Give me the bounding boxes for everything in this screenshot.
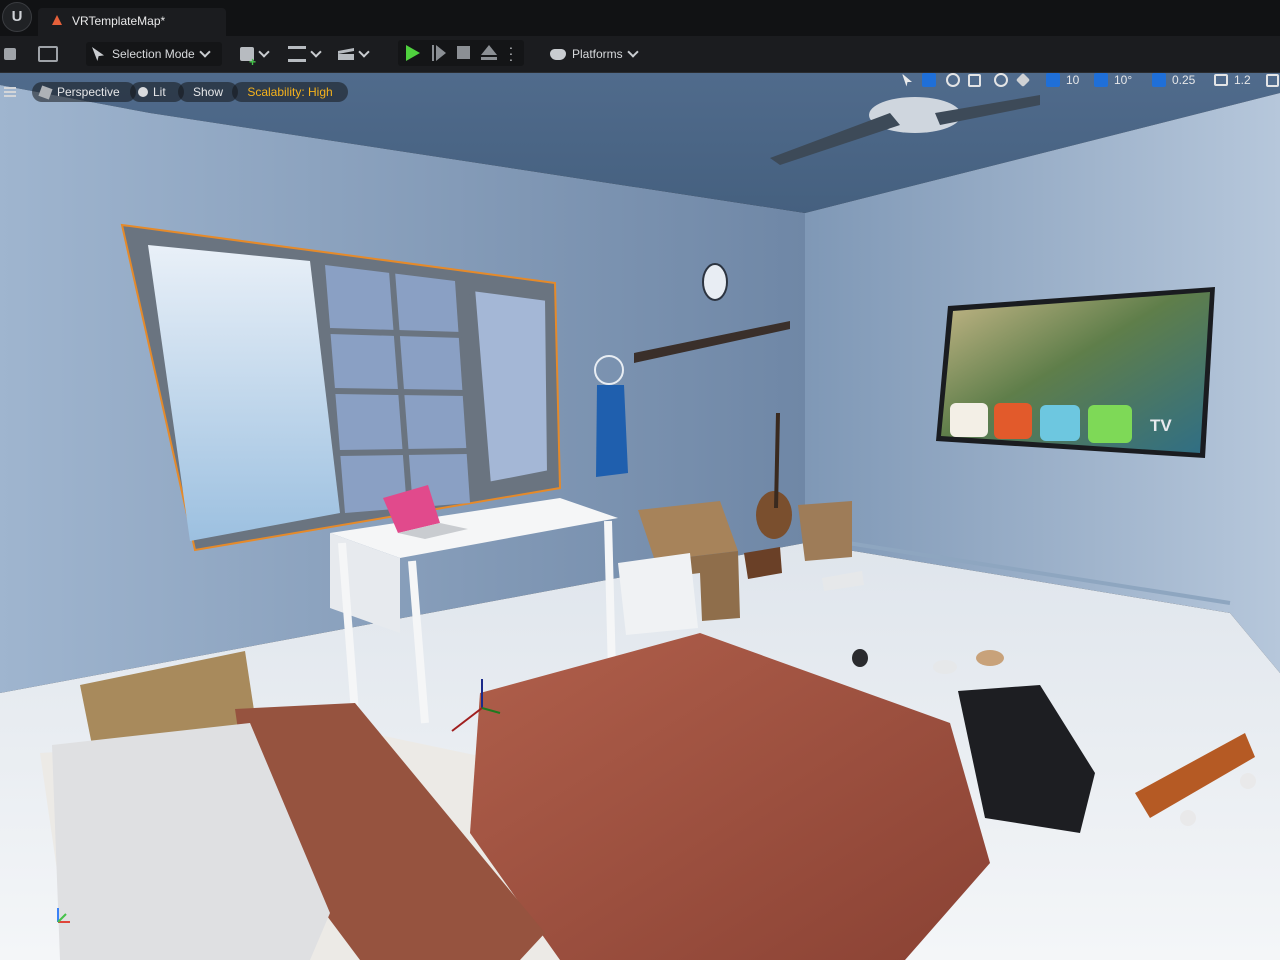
add-actor-icon: + — [240, 47, 256, 69]
scale-tool-button[interactable] — [968, 70, 981, 90]
hamburger-icon — [4, 85, 16, 99]
rotation-snap-button[interactable]: 10° — [1094, 70, 1132, 90]
scale-icon — [968, 73, 981, 87]
lit-label: Lit — [153, 85, 166, 99]
selection-mode-dropdown[interactable]: Selection Mode — [86, 42, 222, 66]
viewport-menu-button[interactable] — [4, 82, 20, 102]
camera-icon — [1214, 74, 1228, 86]
angle-icon — [1094, 73, 1108, 87]
axis-indicator-icon — [57, 908, 70, 923]
play-button[interactable] — [406, 45, 420, 61]
rotate-tool-button[interactable] — [946, 70, 960, 90]
map-tab-label: VRTemplateMap* — [72, 14, 166, 28]
move-icon — [922, 73, 936, 87]
chevron-down-icon — [627, 46, 639, 58]
scalability-label: Scalability: High — [247, 85, 333, 99]
stop-button[interactable] — [457, 46, 470, 59]
grid-snap-button[interactable]: 10 — [1046, 70, 1079, 90]
scale-snap-icon — [1152, 73, 1166, 87]
globe-icon — [994, 73, 1008, 87]
scene-render: TV — [0, 73, 1280, 960]
play-controls: · · · — [398, 40, 524, 66]
quick-add-button[interactable]: + — [240, 42, 274, 69]
advance-frame-button[interactable] — [432, 45, 446, 61]
chevron-down-icon — [358, 46, 370, 58]
scale-snap-button[interactable]: 0.25 — [1152, 70, 1195, 90]
perspective-dropdown[interactable]: Perspective — [32, 82, 136, 102]
select-tool-button[interactable] — [902, 70, 912, 90]
rotate-icon — [946, 73, 960, 87]
translate-tool-button[interactable] — [922, 70, 936, 90]
cinematics-button[interactable] — [338, 42, 374, 66]
unreal-logo-icon[interactable]: U — [2, 2, 32, 32]
selection-mode-label: Selection Mode — [112, 47, 195, 61]
folder-icon — [38, 46, 58, 62]
save-icon — [4, 48, 16, 60]
play-options-button[interactable]: · · · — [508, 40, 514, 66]
level-icon — [52, 15, 62, 25]
blueprint-icon — [288, 46, 306, 62]
layout-icon — [1266, 73, 1279, 87]
tv-label: TV — [1150, 416, 1172, 435]
title-bar: U VRTemplateMap* — [0, 0, 1280, 36]
show-label: Show — [192, 85, 224, 99]
view-mode-dropdown[interactable]: Lit — [130, 82, 184, 102]
surface-snap-button[interactable] — [1015, 70, 1031, 90]
platforms-label: Platforms — [572, 47, 623, 61]
scalability-warning[interactable]: Scalability: High — [232, 82, 348, 102]
tab-map[interactable]: VRTemplateMap* — [38, 8, 226, 36]
content-browser-button[interactable] — [38, 42, 60, 66]
camera-speed-button[interactable]: 1.2 — [1214, 70, 1251, 90]
rotation-snap-value: 10° — [1114, 73, 1133, 87]
cube-icon — [38, 84, 53, 100]
perspective-label: Perspective — [57, 85, 120, 99]
grid-snap-value: 10 — [1066, 73, 1080, 87]
save-button[interactable] — [4, 42, 22, 66]
level-viewport[interactable]: TV — [0, 73, 1280, 960]
chevron-down-icon — [199, 46, 211, 58]
camera-speed-value: 1.2 — [1234, 73, 1251, 87]
surface-snap-icon — [1015, 72, 1031, 88]
cursor-icon — [92, 47, 104, 61]
main-toolbar: Selection Mode + Platforms — [0, 36, 1280, 73]
chevron-down-icon — [258, 46, 270, 58]
chevron-down-icon — [310, 46, 322, 58]
gamepad-icon — [550, 48, 566, 60]
clapperboard-icon — [338, 48, 354, 60]
show-dropdown[interactable]: Show — [178, 82, 238, 102]
eject-button[interactable] — [481, 45, 497, 61]
lit-icon — [138, 87, 148, 97]
platforms-dropdown[interactable]: Platforms — [546, 42, 650, 66]
scale-snap-value: 0.25 — [1172, 73, 1196, 87]
coordinate-space-button[interactable] — [994, 70, 1008, 90]
viewport-layout-button[interactable] — [1266, 70, 1279, 90]
blueprints-button[interactable] — [288, 42, 324, 66]
grid-icon — [1046, 73, 1060, 87]
transform-toolbar: 10 10° 0.25 1.2 — [898, 70, 1280, 90]
cursor-icon — [902, 73, 912, 87]
